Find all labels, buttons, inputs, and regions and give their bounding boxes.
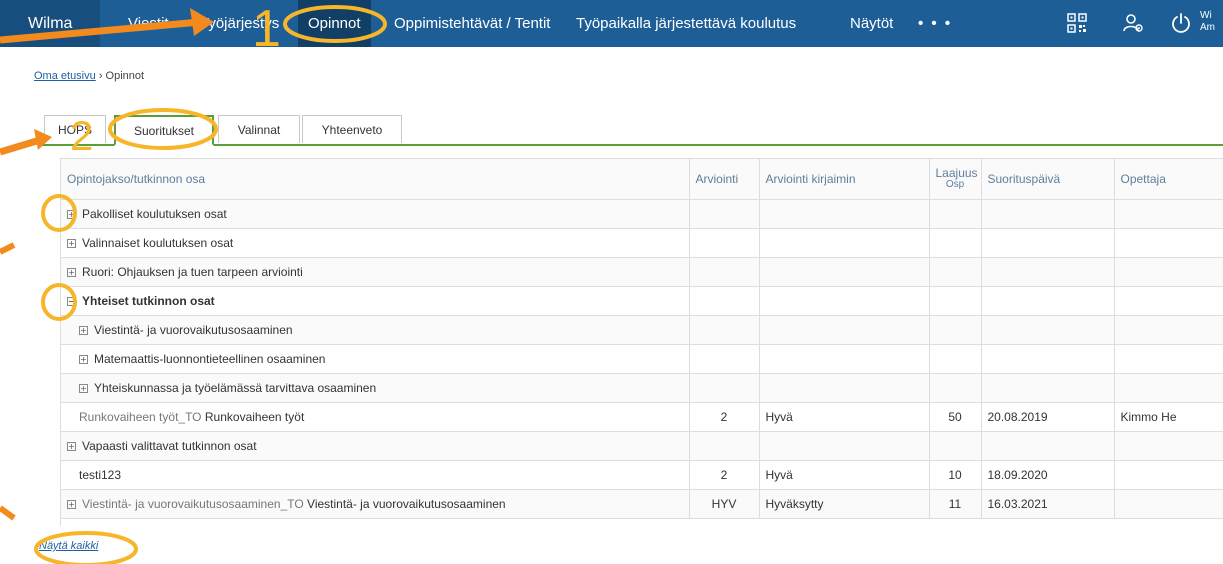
tab-yhteenveto[interactable]: Yhteenveto xyxy=(302,115,402,143)
grade-cell: 2 xyxy=(689,402,760,432)
qr-code-icon[interactable] xyxy=(1066,12,1088,34)
tab-hops[interactable]: HOPS xyxy=(44,115,106,143)
nav-item-messages[interactable]: Viestit xyxy=(118,0,179,47)
user-settings-icon[interactable] xyxy=(1122,12,1144,34)
date-cell: 16.03.2021 xyxy=(981,489,1115,519)
column-header-grade[interactable]: Arviointi xyxy=(689,159,760,200)
grade-letter-cell: Hyvä xyxy=(759,460,930,490)
tab-suoritukset[interactable]: Suoritukset xyxy=(114,115,214,146)
column-header-grade-letter[interactable]: Arviointi kirjaimin xyxy=(759,159,930,200)
power-icon[interactable] xyxy=(1170,12,1192,34)
course-cell: − Yhteiset tutkinnon osat xyxy=(61,286,690,316)
column-header-course[interactable]: Opintojakso/tutkinnon osa xyxy=(61,159,690,200)
collapse-toggle-icon[interactable]: − xyxy=(67,297,76,306)
table-row: + Pakolliset koulutuksen osat xyxy=(61,199,1223,229)
nav-item-schedule[interactable]: Työjärjestys xyxy=(190,0,289,47)
expand-toggle-icon[interactable]: + xyxy=(79,326,88,335)
grade-cell: HYV xyxy=(689,489,760,519)
grade-letter-cell: Hyvä xyxy=(759,402,930,432)
course-cell: + Yhteiskunnassa ja työelämässä tarvittav… xyxy=(61,373,690,403)
column-header-teacher[interactable]: Opettaja xyxy=(1114,159,1223,200)
teacher-cell: Kimmo He xyxy=(1114,402,1223,432)
expand-toggle-icon[interactable]: + xyxy=(67,210,76,219)
date-cell: 18.09.2020 xyxy=(981,460,1115,490)
breadcrumb: Oma etusivu › Opinnot xyxy=(34,70,144,82)
breadcrumb-home-link[interactable]: Oma etusivu xyxy=(34,70,96,82)
course-cell: + Vapaasti valittavat tutkinnon osat xyxy=(61,431,690,461)
course-cell: Runkovaiheen työt_TO Runkovaiheen työt xyxy=(61,402,690,432)
expand-toggle-icon[interactable]: + xyxy=(67,500,76,509)
table-row: + Viestintä- ja vuorovaikutusosaaminen xyxy=(61,315,1223,345)
nav-item-demonstrations[interactable]: Näytöt xyxy=(840,0,903,47)
show-all-link[interactable]: Näytä kaikki xyxy=(39,540,98,552)
table-row: + Vapaasti valittavat tutkinnon osat xyxy=(61,431,1223,461)
table-row: + Matemaattis-luonnontieteellinen osaamin… xyxy=(61,344,1223,374)
table-row: + Yhteiskunnassa ja työelämässä tarvittav… xyxy=(61,373,1223,403)
nav-item-workplace-training[interactable]: Työpaikalla järjestettävä koulutus xyxy=(566,0,806,47)
expand-toggle-icon[interactable]: + xyxy=(67,442,76,451)
table-row: − Yhteiset tutkinnon osat xyxy=(61,286,1223,316)
top-navigation-bar: Wilma Viestit Työjärjestys Opinnot Oppim… xyxy=(0,0,1223,47)
expand-toggle-icon[interactable]: + xyxy=(67,268,76,277)
annotation-arrow xyxy=(0,242,16,255)
column-header-scope[interactable]: Laajuus Osp xyxy=(929,159,982,200)
date-cell: 20.08.2019 xyxy=(981,402,1115,432)
scope-cell: 10 xyxy=(929,460,982,490)
scope-cell: 50 xyxy=(929,402,982,432)
completions-table: Opintojakso/tutkinnon osa Arviointi Arvi… xyxy=(60,158,1223,526)
annotation-arrow xyxy=(0,505,16,521)
expand-toggle-icon[interactable]: + xyxy=(79,384,88,393)
course-cell: testi123 xyxy=(61,460,690,490)
expand-toggle-icon[interactable]: + xyxy=(67,239,76,248)
course-cell: + Viestintä- ja vuorovaikutusosaaminen_TO… xyxy=(61,489,690,519)
annotation-arrow xyxy=(0,136,42,156)
tab-underline xyxy=(38,144,1223,146)
table-row: testi123 2 Hyvä 10 18.09.2020 xyxy=(61,460,1223,490)
nav-item-assignments[interactable]: Oppimistehtävät / Tentit xyxy=(384,0,560,47)
course-cell: + Ruori: Ohjauksen ja tuen tarpeen arvioi… xyxy=(61,257,690,287)
tab-valinnat[interactable]: Valinnat xyxy=(218,115,300,143)
scope-cell: 11 xyxy=(929,489,982,519)
column-header-date[interactable]: Suorituspäivä xyxy=(981,159,1115,200)
course-cell: + Valinnaiset koulutuksen osat xyxy=(61,228,690,258)
table-row: Runkovaiheen työt_TO Runkovaiheen työt 2… xyxy=(61,402,1223,432)
nav-item-studies[interactable]: Opinnot xyxy=(298,0,371,47)
course-cell: + Pakolliset koulutuksen osat xyxy=(61,199,690,229)
grade-letter-cell: Hyväksytty xyxy=(759,489,930,519)
more-menu-button[interactable]: • • • xyxy=(918,0,952,47)
expand-toggle-icon[interactable]: + xyxy=(79,355,88,364)
course-cell: + Viestintä- ja vuorovaikutusosaaminen xyxy=(61,315,690,345)
user-name-snippet[interactable]: Wi Am xyxy=(1200,10,1215,34)
breadcrumb-current: Opinnot xyxy=(105,70,145,82)
course-cell: + Matemaattis-luonnontieteellinen osaamin… xyxy=(61,344,690,374)
app-logo[interactable]: Wilma xyxy=(0,0,100,47)
table-row: + Ruori: Ohjauksen ja tuen tarpeen arvioi… xyxy=(61,257,1223,287)
breadcrumb-separator: › xyxy=(98,70,103,82)
table-row: + Viestintä- ja vuorovaikutusosaaminen_TO… xyxy=(61,489,1223,519)
grade-cell: 2 xyxy=(689,460,760,490)
table-row: + Valinnaiset koulutuksen osat xyxy=(61,228,1223,258)
